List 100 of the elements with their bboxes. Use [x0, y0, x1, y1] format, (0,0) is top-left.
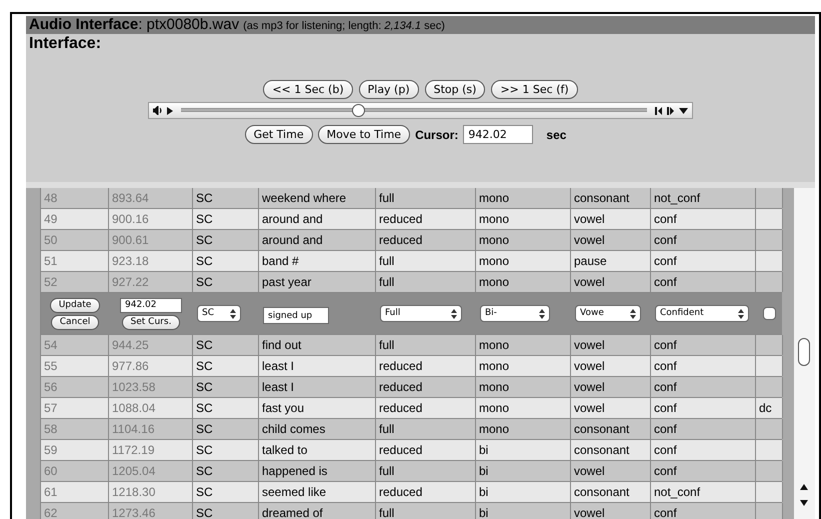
- table-cell: pause: [571, 251, 651, 271]
- cursor-field[interactable]: 942.02: [463, 125, 534, 144]
- transport-button[interactable]: << 1 Sec (b): [263, 80, 353, 99]
- table-cell: dreamed of: [259, 503, 376, 519]
- scrollbar[interactable]: [793, 188, 815, 519]
- dropdown[interactable]: SC: [197, 305, 241, 322]
- table-cell: SC: [193, 440, 259, 460]
- table-cell: vowel: [571, 272, 651, 292]
- table-cell: 1088.04: [109, 398, 193, 418]
- scroll-up-icon[interactable]: [800, 484, 808, 490]
- table-cell: full: [376, 419, 476, 439]
- table-cell: reduced: [376, 230, 476, 250]
- table-cell: bi: [476, 503, 571, 519]
- table-cell: 893.64: [109, 188, 193, 208]
- table-cell: SC: [193, 272, 259, 292]
- table-cell: fast you: [259, 398, 376, 418]
- table-cell: full: [376, 251, 476, 271]
- time-button[interactable]: Get Time: [244, 125, 313, 144]
- table-cell: talked to: [259, 440, 376, 460]
- table-cell: 49: [41, 209, 109, 229]
- table-cell: 1273.46: [109, 503, 193, 519]
- checkbox[interactable]: [763, 307, 776, 320]
- table-cell: vowel: [571, 335, 651, 355]
- step-forward-icon[interactable]: [667, 106, 675, 114]
- table-cell: mono: [476, 251, 571, 271]
- table-cell: conf: [651, 377, 756, 397]
- table-cell: conf: [651, 251, 756, 271]
- table-cell: vowel: [571, 503, 651, 519]
- table-cell: full: [376, 272, 476, 292]
- scroll-thumb[interactable]: [798, 338, 810, 366]
- table-cell: full: [376, 503, 476, 519]
- table-cell: conf: [651, 209, 756, 229]
- table-cell: reduced: [376, 482, 476, 502]
- table-cell: vowel: [571, 230, 651, 250]
- dropdown[interactable]: Bi-: [480, 305, 550, 322]
- table-cell: past year: [259, 272, 376, 292]
- table-cell: 977.86: [109, 356, 193, 376]
- table-cell: 50: [41, 230, 109, 250]
- table-cell: bi: [476, 461, 571, 481]
- table-cell: vowel: [571, 461, 651, 481]
- table-cell: reduced: [376, 377, 476, 397]
- table-cell: SC: [193, 356, 259, 376]
- table-cell: SC: [193, 230, 259, 250]
- table-cell: mono: [476, 356, 571, 376]
- table-cell: 1218.30: [109, 482, 193, 502]
- table-cell: child comes: [259, 419, 376, 439]
- table-cell: 900.16: [109, 209, 193, 229]
- set-cursor-button[interactable]: Set Curs.: [122, 314, 180, 330]
- cancel-button[interactable]: Cancel: [50, 314, 100, 330]
- table-cell: 900.61: [109, 230, 193, 250]
- title-label: Audio Interface: [29, 16, 138, 34]
- transport-button[interactable]: Stop (s): [424, 80, 486, 99]
- table-cell: reduced: [376, 398, 476, 418]
- table-cell: vowel: [571, 377, 651, 397]
- step-back-icon[interactable]: [655, 106, 663, 114]
- table-cell: seemed like: [259, 482, 376, 502]
- table-cell: 56: [41, 377, 109, 397]
- table-cell: SC: [193, 398, 259, 418]
- dropdown-arrow-icon[interactable]: [679, 108, 688, 114]
- dropdown[interactable]: Vowe: [575, 305, 641, 322]
- table-cell: mono: [476, 398, 571, 418]
- table-cell: consonant: [571, 188, 651, 208]
- table-cell: weekend where: [259, 188, 376, 208]
- table-cell: vowel: [571, 209, 651, 229]
- table-cell: mono: [476, 188, 571, 208]
- table-cell: bi: [476, 482, 571, 502]
- table-cell: mono: [476, 272, 571, 292]
- volume-icon[interactable]: [153, 106, 163, 115]
- words-field[interactable]: signed up: [263, 307, 329, 324]
- table-cell: SC: [193, 209, 259, 229]
- table-cell: 48: [41, 188, 109, 208]
- stepper-icon: [230, 308, 236, 318]
- table-cell: vowel: [571, 356, 651, 376]
- stepper-icon: [539, 308, 545, 318]
- stepper-icon: [451, 308, 457, 318]
- table-cell: SC: [193, 482, 259, 502]
- table-cell: 58: [41, 419, 109, 439]
- time-button[interactable]: Move to Time: [318, 125, 410, 144]
- dropdown[interactable]: Full: [380, 305, 462, 322]
- play-icon[interactable]: [167, 106, 173, 114]
- table-cell: 1023.58: [109, 377, 193, 397]
- table-cell: 1104.16: [109, 419, 193, 439]
- scroll-down-icon[interactable]: [800, 500, 808, 506]
- transport-button[interactable]: >> 1 Sec (f): [491, 80, 578, 99]
- table-cell: conf: [651, 398, 756, 418]
- table-cell: mono: [476, 377, 571, 397]
- table-cell: SC: [193, 503, 259, 519]
- table-cell: 1205.04: [109, 461, 193, 481]
- table-cell: conf: [651, 356, 756, 376]
- table-cell: reduced: [376, 440, 476, 460]
- table-cell: conf: [651, 461, 756, 481]
- time-field[interactable]: 942.02: [120, 298, 182, 312]
- seek-thumb[interactable]: [352, 104, 366, 117]
- table-cell: consonant: [571, 482, 651, 502]
- table-cell: find out: [259, 335, 376, 355]
- dropdown[interactable]: Confident: [655, 305, 749, 322]
- transport-button[interactable]: Play (p): [358, 80, 419, 99]
- stepper-icon: [630, 308, 636, 318]
- table-cell: reduced: [376, 209, 476, 229]
- update-button[interactable]: Update: [50, 298, 100, 312]
